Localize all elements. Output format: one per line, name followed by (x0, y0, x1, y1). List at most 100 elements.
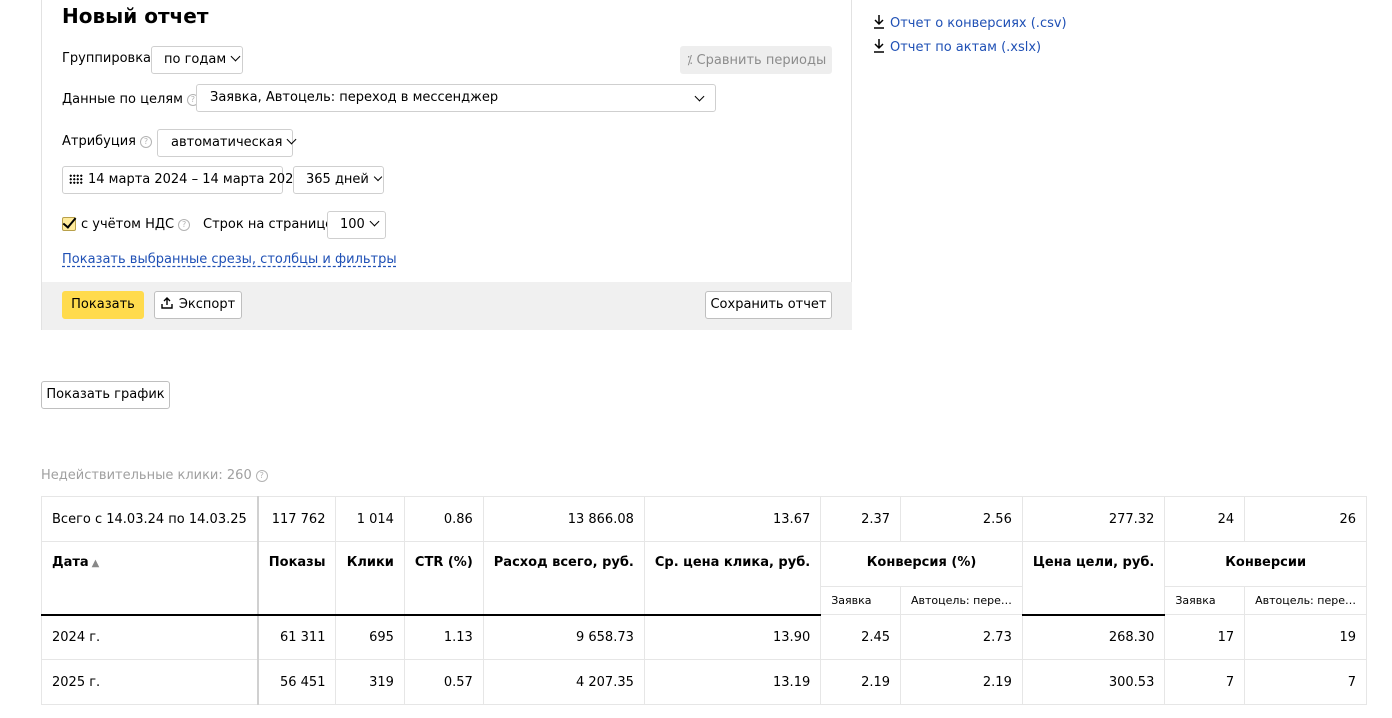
row-ctr: 0.57 (403, 659, 484, 705)
row-conv-rate-goal2: 2.73 (900, 614, 1023, 660)
statistics-table: Всего с 14.03.24 по 14.03.25 117 762 1 0… (40, 496, 1367, 705)
date-header-label: Дата (52, 555, 89, 570)
export-button[interactable]: Экспорт (154, 291, 242, 319)
row-ctr: 1.13 (403, 614, 484, 660)
help-icon[interactable]: ? (178, 219, 191, 231)
invalid-clicks-text: Недействительные клики: 260 (41, 468, 252, 483)
total-conversions-goal1: 24 (1164, 496, 1246, 542)
row-spend: 9 658.73 (482, 614, 645, 660)
help-icon[interactable]: ? (140, 136, 152, 148)
chevron-down-icon (373, 172, 383, 182)
total-spend: 13 866.08 (482, 496, 645, 542)
vat-label: с учётом НДС? (81, 217, 191, 232)
row-conv-rate-goal1: 2.45 (820, 614, 902, 660)
row-conversions-goal2: 7 (1244, 659, 1367, 705)
save-report-button[interactable]: Сохранить отчет (705, 291, 832, 319)
total-row: Всего с 14.03.24 по 14.03.25 117 762 1 0… (40, 496, 1367, 542)
date-range-value: 14 марта 2024 – 14 марта 2025 (88, 172, 302, 187)
download-acts-label: Отчет по актам (.xslx) (890, 40, 1042, 55)
column-header-conversion-rate[interactable]: Конверсия (%) (820, 541, 1023, 587)
row-impressions: 56 451 (257, 659, 337, 705)
percent-icon: ⁒ (687, 53, 693, 67)
row-date: 2025 г. (40, 659, 259, 705)
row-conversions-goal1: 7 (1164, 659, 1246, 705)
attribution-select[interactable]: автоматическая (157, 129, 297, 157)
show-slices-link[interactable]: Показать выбранные срезы, столбцы и филь… (62, 252, 397, 267)
chevron-down-icon (369, 216, 380, 227)
goals-select-value: Заявка, Автоцель: переход в мессенджер (210, 90, 499, 105)
column-header-conversions[interactable]: Конверсии (1164, 541, 1367, 587)
column-header-spend[interactable]: Расход всего, руб. (482, 541, 645, 616)
row-avg-cpc: 13.19 (643, 659, 822, 705)
grouping-select[interactable]: по годам (151, 46, 243, 74)
vat-checkbox[interactable] (62, 217, 76, 231)
calendar-icon (69, 174, 83, 184)
total-conv-rate-goal2: 2.56 (900, 496, 1023, 542)
total-impressions: 117 762 (257, 496, 337, 542)
export-button-label: Экспорт (178, 297, 236, 312)
subheader-conversions-goal1[interactable]: Заявка (1164, 586, 1246, 615)
chevron-down-icon (230, 51, 241, 62)
period-select[interactable]: 365 дней (293, 166, 384, 194)
total-goal-cost: 277.32 (1021, 496, 1166, 542)
attribution-label-text: Атрибуция (62, 134, 136, 149)
total-conversions-goal2: 26 (1244, 496, 1367, 542)
rows-per-page-value: 100 (340, 217, 365, 232)
row-clicks: 695 (335, 614, 405, 660)
total-clicks: 1 014 (335, 496, 405, 542)
download-conversions-link[interactable]: Отчет о конверсиях (.csv) (873, 14, 1067, 31)
rows-per-page-select[interactable]: 100 (327, 211, 386, 239)
compare-periods-button[interactable]: ⁒ Сравнить периоды (680, 46, 832, 74)
column-header-avg-cpc[interactable]: Ср. цена клика, руб. (643, 541, 822, 616)
row-conv-rate-goal2: 2.19 (900, 659, 1023, 705)
goals-label: Данные по целям? (62, 92, 199, 107)
row-conv-rate-goal1: 2.19 (820, 659, 902, 705)
subheader-conv-rate-goal2[interactable]: Автоцель: пере… (900, 586, 1023, 615)
subheader-conv-rate-goal1[interactable]: Заявка (820, 586, 902, 615)
grouping-select-value: по годам (164, 52, 227, 67)
column-header-ctr[interactable]: CTR (%) (403, 541, 484, 616)
total-conv-rate-goal1: 2.37 (820, 496, 902, 542)
attribution-label: Атрибуция? (62, 134, 152, 149)
row-goal-cost: 300.53 (1021, 659, 1166, 705)
table-row: 2024 г. 61 311 695 1.13 9 658.73 13.90 2… (40, 614, 1367, 660)
upload-icon (161, 297, 173, 309)
download-icon (874, 15, 884, 29)
header-row: Дата ▲ Показы Клики CTR (%) Расход всего,… (40, 541, 1367, 616)
table-row: 2025 г. 56 451 319 0.57 4 207.35 13.19 2… (40, 659, 1367, 705)
row-clicks: 319 (335, 659, 405, 705)
download-acts-link[interactable]: Отчет по актам (.xslx) (873, 38, 1041, 55)
subheader-conversions-goal2[interactable]: Автоцель: пере… (1244, 586, 1367, 615)
grouping-label: Группировка (62, 51, 152, 66)
column-header-clicks[interactable]: Клики (335, 541, 405, 616)
date-range-picker[interactable]: 14 марта 2024 – 14 марта 2025 (62, 166, 302, 194)
attribution-select-value: автоматическая (171, 135, 283, 150)
vat-label-text: с учётом НДС (81, 217, 175, 232)
row-conversions-goal2: 19 (1244, 614, 1367, 660)
column-header-goal-cost[interactable]: Цена цели, руб. (1021, 541, 1166, 616)
show-button[interactable]: Показать (62, 291, 144, 319)
total-ctr: 0.86 (403, 496, 484, 542)
invalid-clicks-note: Недействительные клики: 260? (41, 468, 268, 483)
row-conversions-goal1: 17 (1164, 614, 1246, 660)
page-title: Новый отчет (62, 4, 209, 28)
total-avg-cpc: 13.67 (643, 496, 822, 542)
chevron-down-icon (694, 91, 705, 102)
download-conversions-label: Отчет о конверсиях (.csv) (890, 16, 1067, 31)
row-date: 2024 г. (40, 614, 259, 660)
row-impressions: 61 311 (257, 614, 337, 660)
compare-periods-label: Сравнить периоды (696, 53, 827, 68)
row-goal-cost: 268.30 (1021, 614, 1166, 660)
help-icon[interactable]: ? (255, 470, 268, 482)
row-spend: 4 207.35 (482, 659, 645, 705)
download-icon (874, 39, 884, 53)
sort-ascending-icon: ▲ (91, 558, 100, 569)
goals-select[interactable]: Заявка, Автоцель: переход в мессенджер (196, 84, 716, 112)
column-header-date[interactable]: Дата ▲ (40, 541, 259, 616)
goals-label-text: Данные по целям (62, 92, 183, 107)
period-select-value: 365 дней (306, 172, 369, 187)
column-header-impressions[interactable]: Показы (257, 541, 337, 616)
total-label: Всего с 14.03.24 по 14.03.25 (40, 496, 259, 542)
show-chart-button[interactable]: Показать график (41, 381, 170, 409)
rows-per-page-label: Строк на странице (203, 217, 334, 232)
